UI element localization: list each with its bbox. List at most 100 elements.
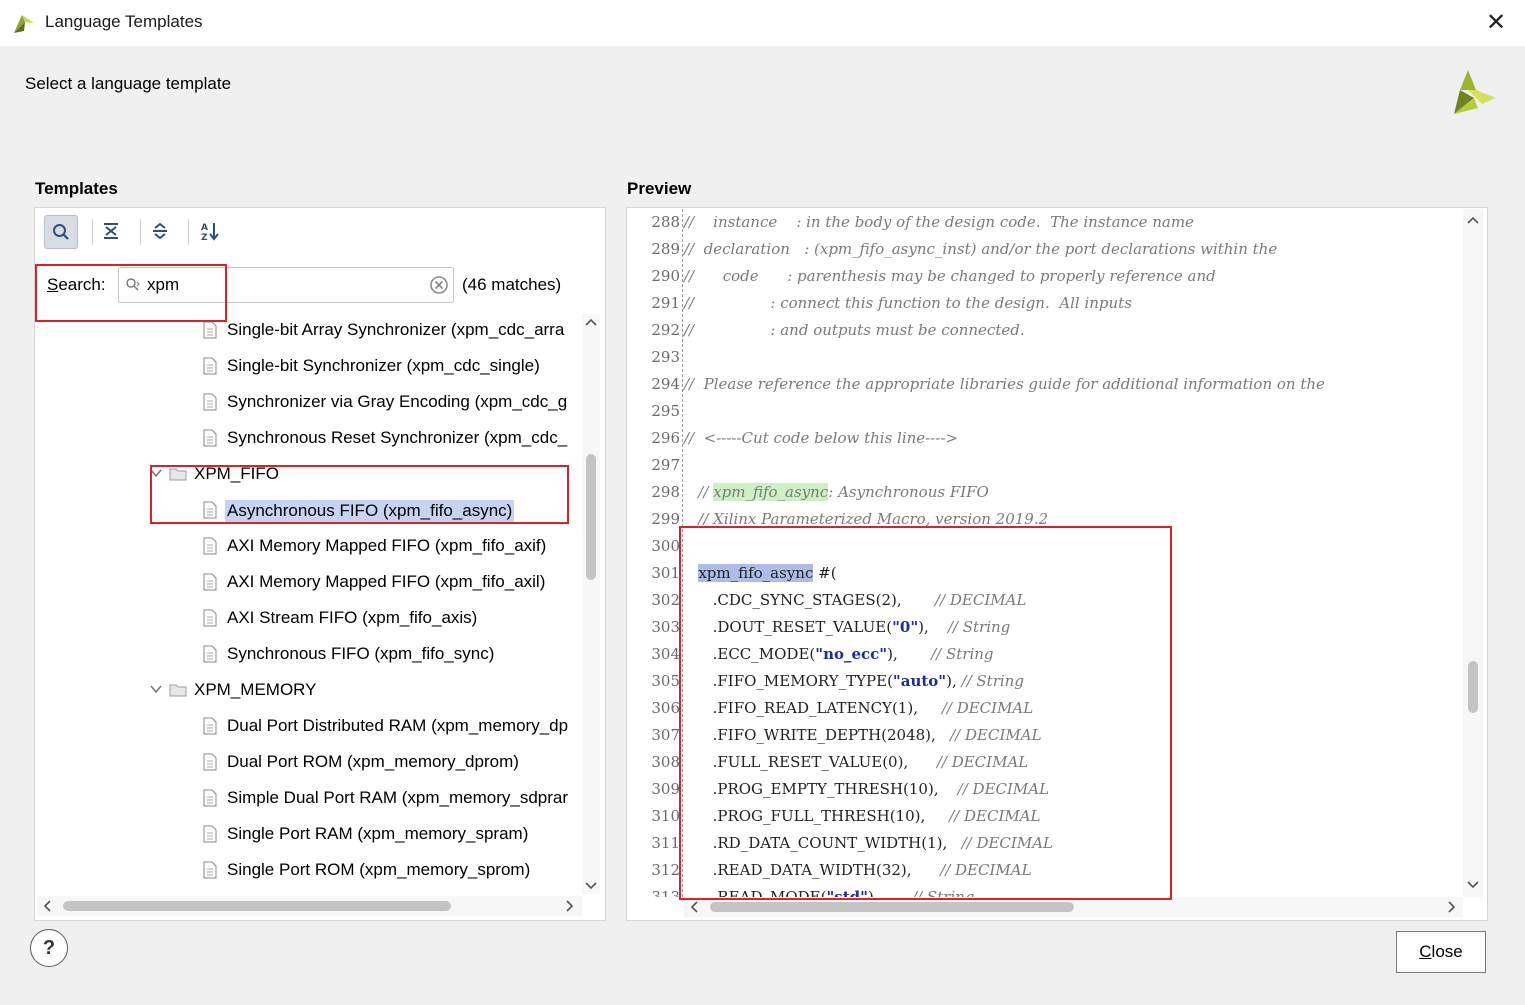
code-token: .ECC_MODE( xyxy=(684,645,816,663)
code-line: // declaration : (xpm_fifo_async_inst) a… xyxy=(684,240,1277,258)
sort-button[interactable]: A Z xyxy=(194,215,226,247)
scroll-left-icon[interactable] xyxy=(39,898,55,914)
code-token: "0" xyxy=(892,618,919,636)
scroll-up-icon[interactable] xyxy=(1465,212,1481,228)
code-token: // DECIMAL xyxy=(950,726,1042,744)
code-preview[interactable]: 288// instance : in the body of the desi… xyxy=(630,209,1463,897)
tree-item-label: Synchronous FIFO (xpm_fifo_sync) xyxy=(227,644,495,663)
preview-vertical-scrollbar[interactable] xyxy=(1463,209,1483,897)
code-line: .CDC_SYNC_STAGES(2), // DECIMAL xyxy=(684,591,1027,609)
line-number: 308 xyxy=(651,753,680,771)
tree-folder-label: XPM_MEMORY xyxy=(194,680,317,699)
code-token: "std" xyxy=(826,888,868,897)
search-value: xpm xyxy=(147,275,180,294)
code-token: // : connect this function to the design… xyxy=(684,294,1132,312)
scroll-right-icon[interactable] xyxy=(1444,899,1460,915)
search-toggle-button[interactable] xyxy=(44,215,78,249)
tree-item-label: Dual Port ROM (xpm_memory_dprom) xyxy=(227,752,519,771)
code-line: // : and outputs must be connected. xyxy=(684,321,1025,339)
tree-item[interactable]: AXI Stream FIFO (xpm_fifo_axis) xyxy=(37,602,582,638)
code-token: // String xyxy=(931,645,994,663)
code-token: .RD_DATA_COUNT_WIDTH(1), xyxy=(684,834,962,852)
vivado-app-icon xyxy=(14,15,34,33)
code-token: ), xyxy=(918,618,948,636)
code-token: ), xyxy=(867,888,912,897)
collapse-all-button[interactable] xyxy=(95,215,127,247)
tree-item[interactable]: AXI Memory Mapped FIFO (xpm_fifo_axil) xyxy=(37,566,582,602)
file-icon xyxy=(203,609,217,627)
tree-item-selected[interactable]: Asynchronous FIFO (xpm_fifo_async) xyxy=(37,494,582,530)
code-token: : Asynchronous FIFO xyxy=(828,483,989,501)
folder-icon xyxy=(169,468,187,481)
line-number: 305 xyxy=(651,672,680,690)
sort-az-icon: A Z xyxy=(201,223,219,241)
scroll-thumb[interactable] xyxy=(586,454,596,580)
search-input[interactable]: xpm xyxy=(118,267,454,303)
tree-item[interactable]: Single Port ROM (xpm_memory_sprom) xyxy=(37,854,582,890)
line-number: 298 xyxy=(651,483,680,501)
tree-item[interactable]: Synchronizer via Gray Encoding (xpm_cdc_… xyxy=(37,386,582,422)
clear-search-icon[interactable] xyxy=(429,275,449,295)
code-token: // Xilinx Parameterized Macro, version 2… xyxy=(684,510,1049,528)
scroll-thumb[interactable] xyxy=(710,902,1074,912)
code-line: .FIFO_WRITE_DEPTH(2048), // DECIMAL xyxy=(684,726,1042,744)
tree-vertical-scrollbar[interactable] xyxy=(582,314,600,894)
tree-item-label: Asynchronous FIFO (xpm_fifo_async) xyxy=(225,500,515,522)
window-close-icon[interactable]: ✕ xyxy=(1481,8,1511,38)
line-number: 299 xyxy=(651,510,680,528)
code-token: // DECIMAL xyxy=(940,861,1032,879)
tree-folder-xpm-fifo[interactable]: XPM_FIFO xyxy=(37,458,582,494)
chevron-down-icon[interactable] xyxy=(149,682,163,696)
tree-item[interactable]: Simple Dual Port RAM (xpm_memory_sdprar xyxy=(37,782,582,818)
line-number: 290 xyxy=(651,267,680,285)
code-line: .FIFO_READ_LATENCY(1), // DECIMAL xyxy=(684,699,1034,717)
expand-all-icon xyxy=(153,222,167,240)
tree-item-label: Single-bit Synchronizer (xpm_cdc_single) xyxy=(227,356,540,375)
line-number: 309 xyxy=(651,780,680,798)
code-token: // declaration : (xpm_fifo_async_inst) a… xyxy=(684,240,1278,258)
chevron-down-icon[interactable] xyxy=(149,466,163,480)
scroll-thumb[interactable] xyxy=(1468,661,1478,713)
line-number: 295 xyxy=(651,402,680,420)
code-token: // xyxy=(684,483,714,501)
templates-toolbar: A Z xyxy=(36,209,602,255)
code-token: // DECIMAL xyxy=(935,591,1027,609)
help-button[interactable]: ? xyxy=(30,929,68,967)
tree-item[interactable]: Dual Port Distributed RAM (xpm_memory_dp xyxy=(37,710,582,746)
tree-horizontal-scrollbar[interactable] xyxy=(37,896,582,916)
code-line: // : connect this function to the design… xyxy=(684,294,1132,312)
code-line: .READ_MODE("std"), // String xyxy=(684,888,975,897)
close-button[interactable]: Close xyxy=(1396,931,1486,973)
tree-item[interactable]: Synchronous Reset Synchronizer (xpm_cdc_ xyxy=(37,422,582,458)
tree-item[interactable]: AXI Memory Mapped FIFO (xpm_fifo_axif) xyxy=(37,530,582,566)
scroll-left-icon[interactable] xyxy=(686,899,702,915)
tree-item[interactable]: Dual Port ROM (xpm_memory_dprom) xyxy=(37,746,582,782)
match-count: (46 matches) xyxy=(462,275,562,294)
scroll-down-icon[interactable] xyxy=(1465,877,1481,893)
tree-item[interactable]: Single Port RAM (xpm_memory_spram) xyxy=(37,818,582,854)
window-title: Language Templates xyxy=(45,12,203,31)
tree-folder-xpm-memory[interactable]: XPM_MEMORY xyxy=(37,674,582,710)
code-token: // <-----Cut code below this line----> xyxy=(684,429,959,447)
tree-item[interactable]: Single-bit Array Synchronizer (xpm_cdc_a… xyxy=(37,314,582,350)
tree-item[interactable]: Single-bit Synchronizer (xpm_cdc_single) xyxy=(37,350,582,386)
scroll-up-icon[interactable] xyxy=(583,314,599,330)
line-number: 289 xyxy=(651,240,680,258)
code-token: .PROG_EMPTY_THRESH(10), xyxy=(684,780,958,798)
line-number: 297 xyxy=(651,456,680,474)
scroll-thumb[interactable] xyxy=(63,901,451,911)
scroll-down-icon[interactable] xyxy=(583,878,599,894)
tree-item-label: Simple Dual Port RAM (xpm_memory_sdprar xyxy=(227,788,569,807)
preview-horizontal-scrollbar[interactable] xyxy=(684,897,1463,917)
expand-all-button[interactable] xyxy=(144,215,176,247)
file-icon xyxy=(203,825,217,843)
file-icon xyxy=(203,717,217,735)
line-number: 300 xyxy=(651,537,680,555)
line-number: 294 xyxy=(651,375,680,393)
tree-item[interactable]: Synchronous FIFO (xpm_fifo_sync) xyxy=(37,638,582,674)
tree-item-label: Synchronizer via Gray Encoding (xpm_cdc_… xyxy=(227,392,568,411)
scroll-right-icon[interactable] xyxy=(562,898,578,914)
title-bar: Language Templates ✕ xyxy=(0,0,1525,46)
file-icon xyxy=(203,573,217,591)
code-line: xpm_fifo_async #( xyxy=(684,564,837,582)
